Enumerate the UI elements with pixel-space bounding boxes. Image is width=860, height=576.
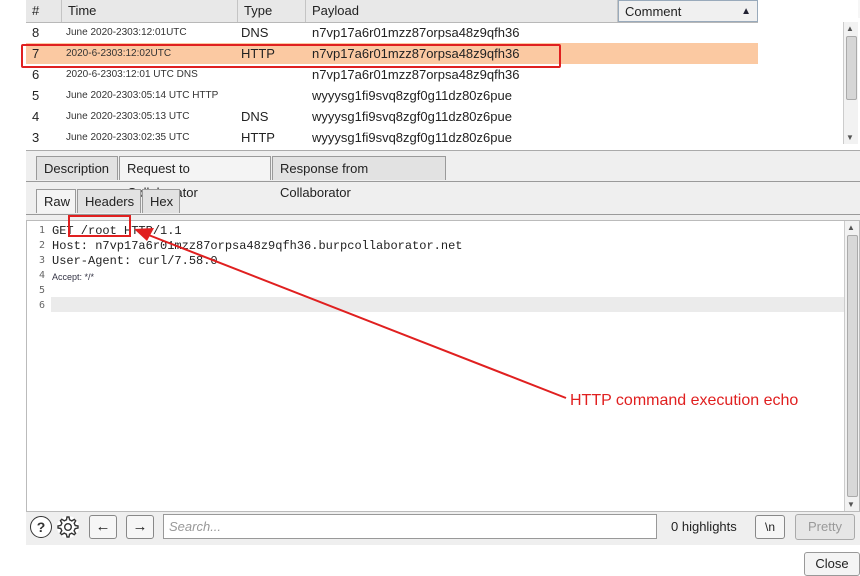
editor-scrollbar[interactable]: ▲ ▼	[844, 221, 859, 511]
close-button[interactable]: Close	[804, 552, 860, 576]
detail-tabs: DescriptionRequest to CollaboratorRespon…	[26, 151, 860, 200]
view-tabs: Raw Headers Hex	[26, 188, 860, 215]
message-editor[interactable]: 1 2 3 4 5 6 GET /root HTTP/1.1 Host: n7vp17a6r…	[26, 220, 860, 512]
tab-hex[interactable]: Hex	[142, 189, 180, 213]
row-comment	[622, 106, 752, 127]
pretty-button[interactable]: Pretty	[795, 514, 855, 540]
scroll-down-icon[interactable]: ▼	[847, 500, 855, 509]
help-icon[interactable]: ?	[30, 516, 52, 538]
row-comment	[622, 85, 752, 106]
scroll-up-icon[interactable]: ▲	[846, 24, 854, 33]
scroll-up-icon[interactable]: ▲	[847, 223, 855, 232]
tab-response-from-collaborator[interactable]: Response from Collaborator	[272, 156, 446, 200]
table-scrollbar-thumb[interactable]	[846, 36, 857, 100]
row-time: June 2020-2303:02:35 UTC	[66, 132, 190, 143]
line-number: 1	[38, 225, 45, 236]
line-number: 3	[38, 255, 45, 266]
table-scrollbar[interactable]: ▲ ▼	[843, 22, 858, 144]
show-newlines-button[interactable]: \n	[755, 515, 785, 539]
column-header-payload[interactable]: Payload	[306, 0, 618, 22]
row-number: 5	[32, 88, 40, 103]
tab-request-to-collaborator[interactable]: Request to Collaborator	[119, 156, 271, 200]
column-header-comment-label: Comment	[625, 4, 682, 19]
code-line: User-Agent: curl/7.58.0	[52, 254, 218, 268]
table-header: # Time Type Payload Comment ▲	[26, 0, 758, 23]
row-time: June 2020-2303:12:01UTC	[66, 27, 187, 38]
tab-headers[interactable]: Headers	[77, 189, 141, 213]
code-line: GET /root HTTP/1.1	[52, 224, 182, 238]
current-line-highlight	[51, 297, 847, 312]
selected-row-annotation-box	[21, 44, 561, 68]
table-row[interactable]: 3 June 2020-2303:02:35 UTC HTTP wyyysg1fi9s…	[26, 127, 758, 146]
next-match-button[interactable]: →	[126, 515, 154, 539]
code-line: Accept: */*	[52, 272, 95, 282]
highlights-count: 0 highlights	[671, 519, 737, 534]
interactions-table: # Time Type Payload Comment ▲ 8 June 2020…	[26, 0, 858, 146]
gear-icon-graphic	[57, 516, 79, 538]
table-row[interactable]: 8 June 2020-2303:12:01UTC DNS n7vp17a6r01mz…	[26, 22, 758, 43]
editor-toolbar: ? ← → 0 highlights \n Pretty	[26, 511, 860, 545]
editor-scrollbar-thumb[interactable]	[847, 235, 858, 497]
tab-raw[interactable]: Raw	[36, 189, 76, 213]
row-comment	[622, 43, 752, 64]
sort-ascending-icon: ▲	[741, 6, 751, 17]
line-number: 5	[38, 285, 45, 296]
row-time: June 2020-2303:05:13 UTC	[66, 111, 190, 122]
search-input[interactable]	[163, 514, 657, 539]
line-number: 4	[38, 270, 45, 281]
line-number: 2	[38, 240, 45, 251]
row-type: HTTP	[241, 130, 275, 145]
row-time: June 2020-2303:05:14 UTC HTTP	[66, 90, 219, 101]
table-row[interactable]: 5 June 2020-2303:05:14 UTC HTTP wyyysg1fi9…	[26, 85, 758, 106]
column-header-comment[interactable]: Comment ▲	[618, 0, 758, 22]
row-number: 4	[32, 109, 40, 124]
row-comment	[622, 64, 752, 85]
interaction-detail-panel: DescriptionRequest to CollaboratorRespon…	[26, 150, 860, 545]
row-type	[241, 85, 305, 106]
row-payload: wyyysg1fi9svq8zgf0g11dz80z6pue	[312, 109, 512, 124]
row-payload: n7vp17a6r01mzz87orpsa48z9qfh36	[312, 25, 520, 40]
code-line: Host: n7vp17a6r01mzz87orpsa48z9qfh36.bur…	[52, 239, 463, 253]
gear-icon[interactable]	[57, 516, 79, 538]
tab-description[interactable]: Description	[36, 156, 118, 180]
row-type: DNS	[241, 25, 269, 40]
previous-match-button[interactable]: ←	[89, 515, 117, 539]
row-type: DNS	[241, 109, 269, 124]
line-number-gutter: 1 2 3 4 5 6	[27, 221, 49, 511]
row-comment	[622, 22, 752, 43]
column-header-number[interactable]: #	[26, 0, 62, 22]
row-number: 3	[32, 130, 40, 145]
line-number: 6	[38, 300, 45, 311]
row-comment	[622, 127, 752, 146]
column-header-time[interactable]: Time	[62, 0, 238, 22]
scroll-down-icon[interactable]: ▼	[846, 133, 854, 142]
column-header-type[interactable]: Type	[238, 0, 306, 22]
table-row[interactable]: 4 June 2020-2303:05:13 UTC DNS wyyysg1fi9sv…	[26, 106, 758, 127]
row-payload: wyyysg1fi9svq8zgf0g11dz80z6pue	[312, 88, 512, 103]
row-number: 8	[32, 25, 40, 40]
annotation-label: HTTP command execution echo	[570, 392, 799, 409]
row-payload: wyyysg1fi9svq8zgf0g11dz80z6pue	[312, 130, 512, 145]
